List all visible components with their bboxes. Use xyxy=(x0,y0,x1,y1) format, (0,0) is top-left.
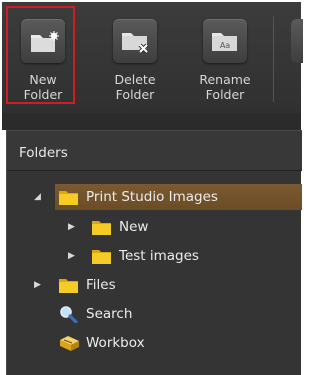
tree-item-label: Files xyxy=(86,277,116,293)
expand-arrow-icon[interactable]: ▶ xyxy=(68,243,75,269)
search-icon xyxy=(60,306,78,323)
delete-folder-button[interactable]: Delete Folder xyxy=(98,6,168,108)
new-folder-tile xyxy=(21,19,65,63)
toolbar-gap xyxy=(2,113,301,130)
delete-folder-icon xyxy=(122,33,149,54)
tree-item-workbox[interactable]: Workbox xyxy=(7,330,302,356)
tree-item-search[interactable]: Search xyxy=(7,301,302,327)
tree-item-files[interactable]: ▶ Files xyxy=(7,272,302,298)
tree-item-label: Search xyxy=(86,306,133,322)
tree-item-label: New xyxy=(119,219,149,235)
delete-folder-label: Delete Folder xyxy=(114,72,156,102)
tree-item-label: Test images xyxy=(119,248,199,264)
new-folder-label: New Folder xyxy=(23,72,63,102)
rename-icon-text: Aa xyxy=(220,41,230,50)
new-folder-button[interactable]: New Folder xyxy=(6,6,76,108)
folder-icon xyxy=(92,221,111,235)
expand-arrow-icon[interactable]: ▶ xyxy=(68,214,75,240)
folders-panel: Folders ◢ Print Studio Images ▶ New ▶ Te… xyxy=(6,130,302,375)
workbox-icon xyxy=(60,336,79,351)
folder-icon xyxy=(59,191,78,205)
rename-folder-label: Rename Folder xyxy=(199,72,251,102)
tree-item-test-images[interactable]: ▶ Test images xyxy=(7,243,302,269)
panel-title: Folders xyxy=(19,145,68,161)
expand-arrow-icon[interactable]: ▶ xyxy=(34,272,41,298)
rename-folder-button[interactable]: Aa Rename Folder xyxy=(188,6,258,108)
tree-item-label: Print Studio Images xyxy=(86,189,218,205)
collapse-arrow-icon[interactable]: ◢ xyxy=(34,184,41,210)
delete-folder-tile xyxy=(113,19,157,63)
partial-toolbar-button[interactable] xyxy=(291,19,303,63)
panel-header: Folders xyxy=(7,130,302,171)
tree-item-new[interactable]: ▶ New xyxy=(7,214,302,240)
rename-folder-icon: Aa xyxy=(212,33,237,51)
toolbar: New Folder Delete Folder Aa Rename Folde… xyxy=(2,2,303,113)
new-folder-icon xyxy=(31,31,59,52)
toolbar-divider xyxy=(273,16,274,102)
tree-item-label: Workbox xyxy=(86,335,145,351)
tree-item-print-studio-images[interactable]: ◢ Print Studio Images xyxy=(7,184,302,210)
folder-icon xyxy=(59,279,78,293)
rename-folder-tile: Aa xyxy=(203,19,247,63)
folder-manager-window: New Folder Delete Folder Aa Rename Folde… xyxy=(0,0,303,375)
folder-icon xyxy=(92,250,111,264)
